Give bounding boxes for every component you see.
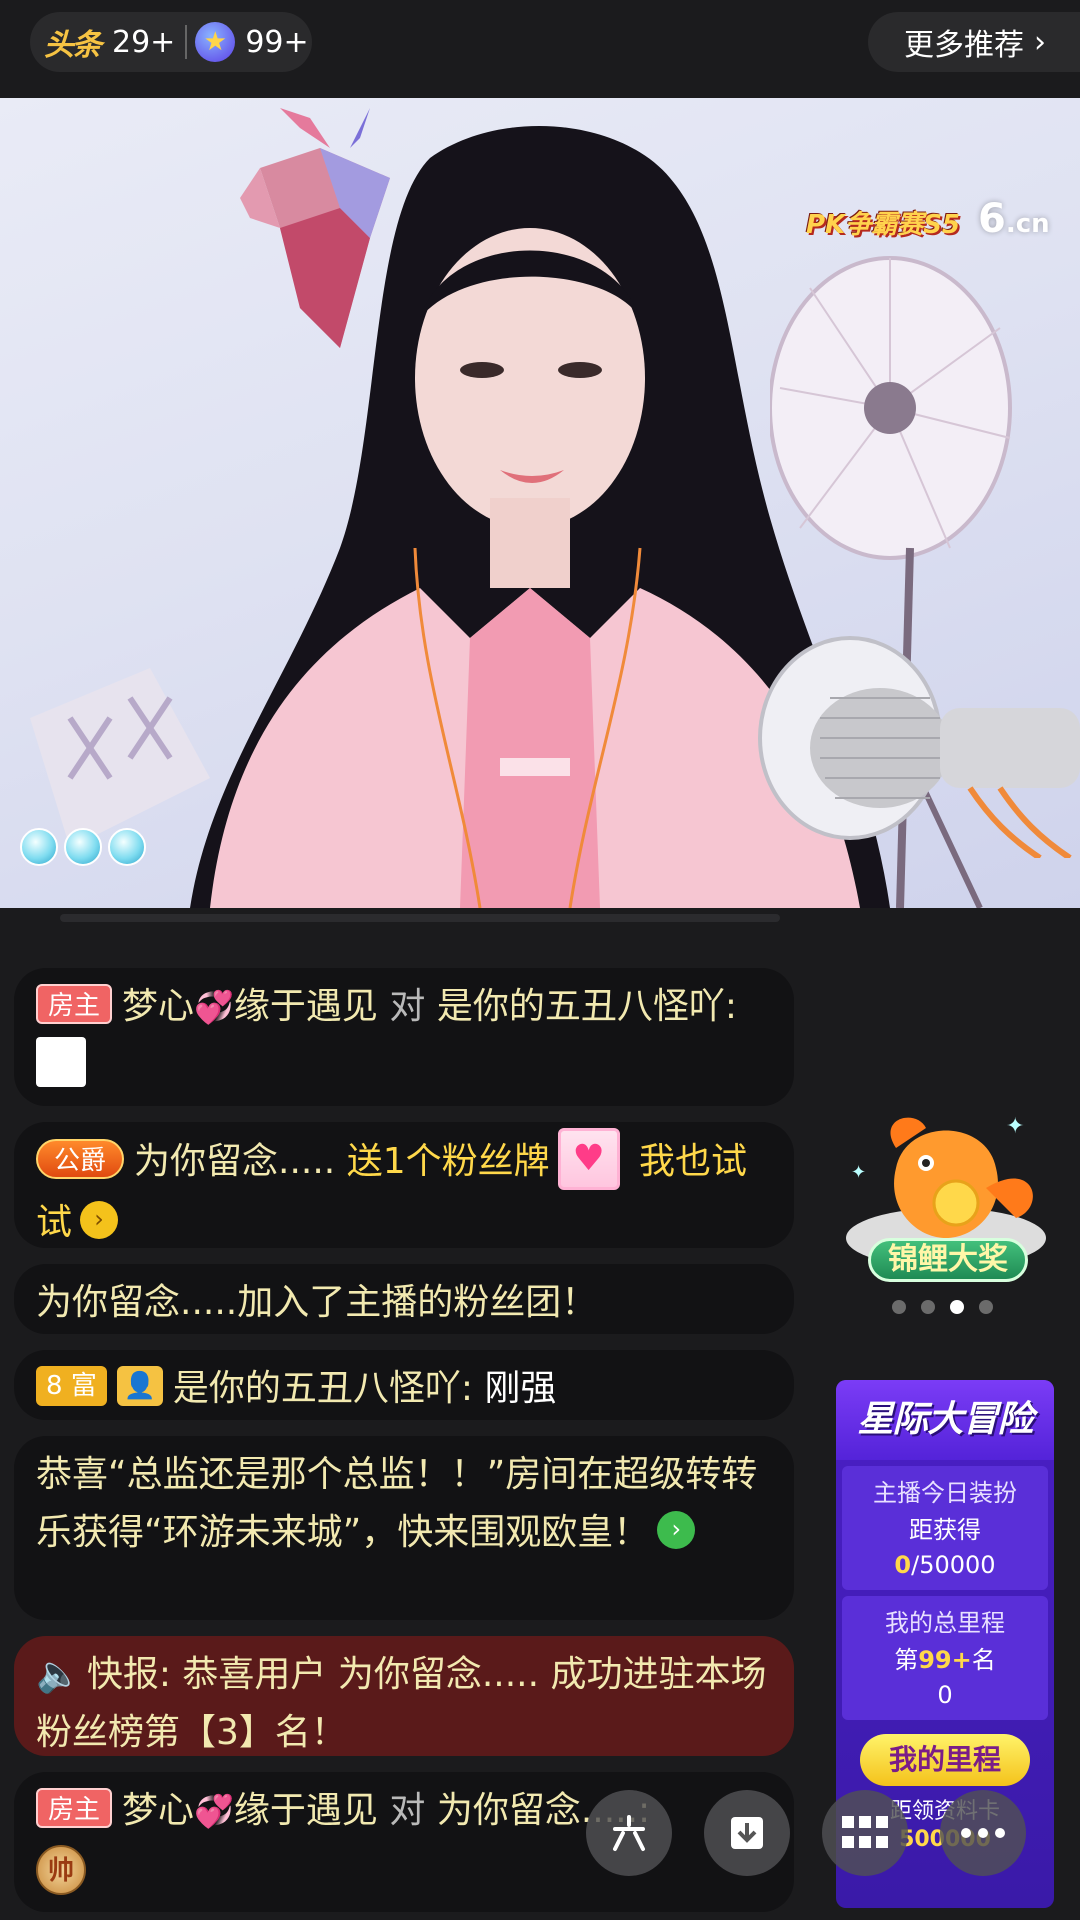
chat-user-name-suffix: 缘于遇见: [233, 986, 378, 1027]
user-icon: 👤: [116, 1366, 163, 1406]
top-bar: 头条 29+ ★ 99+ 更多推荐 ›: [0, 0, 1080, 98]
lyric-dot: [20, 828, 58, 866]
lottery-notice: 恭喜“总监还是那个总监！！”房间在超级转转乐获得“环游未来城”，快来围观欧皇！: [36, 1454, 758, 1553]
site-logo-suffix: .cn: [1005, 209, 1050, 239]
anchor-dressup-total: /50000: [911, 1551, 996, 1579]
download-button[interactable]: [704, 1790, 790, 1876]
chat-faded-edge: [60, 914, 780, 922]
chat-list[interactable]: 房主 梦心💞缘于遇见 对 是你的五丑八怪吖: 公爵 为你留念..... 送1个粉丝牌…: [0, 908, 800, 1920]
arrow-right-icon[interactable]: ›: [657, 1511, 696, 1549]
heart-icon: 💞: [194, 1792, 234, 1830]
more-recommend-button[interactable]: 更多推荐 ›: [868, 12, 1080, 72]
live-video[interactable]: PK争霸赛S5 6.cn 爱是一程山情是一程水: [0, 98, 1080, 908]
chat-message[interactable]: 为你留念.....加入了主播的粉丝团！: [14, 1264, 794, 1334]
my-mileage-box: 我的总里程 第99+名 0: [842, 1596, 1048, 1720]
sticker-image: [36, 1037, 86, 1087]
chat-user-name[interactable]: 梦心: [122, 1790, 194, 1831]
chat-message-alert[interactable]: 🔈 快报: 恭喜用户 为你留念..... 成功进驻本场粉丝榜第【3】名！: [14, 1636, 794, 1756]
star-adventure-title: 星际大冒险: [836, 1380, 1054, 1460]
site-logo: 6.cn: [978, 196, 1050, 242]
speaker-icon: 🔈: [36, 1654, 81, 1695]
six-room-logo-button[interactable]: [586, 1790, 672, 1876]
alert-text: 快报: 恭喜用户 为你留念..... 成功进驻本场粉丝榜第【3】名！: [36, 1654, 767, 1753]
apps-grid-button[interactable]: [822, 1790, 908, 1876]
my-mileage-title: 我的总里程: [885, 1609, 1005, 1637]
anchor-dressup-progress: 0/50000: [842, 1548, 1048, 1582]
star-icon[interactable]: ★: [195, 22, 236, 62]
rank-prefix: 第: [894, 1646, 919, 1674]
chat-user-name[interactable]: 是你的五丑八怪吖:: [173, 1368, 473, 1409]
chevron-right-icon: ›: [1034, 24, 1046, 60]
chat-target-user[interactable]: 是你的五丑八怪吖:: [437, 986, 737, 1027]
chat-to-word: 对: [389, 986, 426, 1027]
lyric-text: 爱是一程山情是一程水: [20, 898, 380, 908]
counter-divider: [185, 25, 188, 59]
more-recommend-label: 更多推荐: [904, 28, 1024, 63]
heart-icon: 💞: [194, 988, 234, 1026]
my-mileage-value: 0: [937, 1681, 953, 1709]
my-mileage-rank: 第99+名: [842, 1642, 1048, 1678]
lyric-dot: [64, 828, 102, 866]
carousel-dots: [892, 1300, 993, 1314]
rank-value: 99+: [918, 1646, 972, 1674]
chat-message[interactable]: 房主 梦心💞缘于遇见 对 是你的五丑八怪吖:: [14, 968, 794, 1106]
microphone-image: [758, 636, 1080, 858]
chat-to-word: 对: [389, 1790, 426, 1831]
gift-text: 送1个粉丝牌: [346, 1141, 550, 1182]
duke-tag: 公爵: [36, 1139, 125, 1179]
chat-message[interactable]: 房主 梦心💞缘于遇见 对 为你留念.....: 帅: [14, 1772, 794, 1912]
chat-user-name-suffix: 缘于遇见: [233, 1790, 378, 1831]
chat-message[interactable]: 公爵 为你留念..... 送1个粉丝牌 ♥ 我也试试 ›: [14, 1122, 794, 1248]
download-icon: [731, 1817, 763, 1849]
host-tag: 房主: [36, 984, 113, 1024]
level-badge-icon: 帅: [36, 1845, 86, 1895]
carousel-dot-active: [950, 1300, 964, 1314]
carousel-dot: [921, 1300, 935, 1314]
host-tag: 房主: [36, 1788, 113, 1828]
star-count: 99+: [245, 24, 309, 60]
six-logo-icon: [613, 1815, 645, 1851]
lyric-indicator: [20, 828, 146, 866]
wealth-level-tag: 8 富: [36, 1366, 107, 1406]
chat-message[interactable]: 恭喜“总监还是那个总监！！”房间在超级转转乐获得“环游未来城”，快来围观欧皇！ ›: [14, 1436, 794, 1620]
top-counters[interactable]: 头条 29+ ★ 99+: [30, 12, 312, 72]
carousel-dot: [892, 1300, 906, 1314]
my-mileage-button[interactable]: 我的里程: [860, 1734, 1030, 1786]
grid-icon: [842, 1816, 888, 1848]
rank-suffix: 名: [971, 1646, 996, 1674]
anchor-dressup-title: 主播今日装扮: [873, 1479, 1017, 1507]
lyric-dot: [108, 828, 146, 866]
chat-user-name[interactable]: 为你留念.....: [134, 1141, 335, 1182]
wealth-tag-label: 富: [70, 1371, 97, 1401]
system-notice: 为你留念.....加入了主播的粉丝团！: [36, 1282, 598, 1323]
wealth-level: 8: [46, 1371, 63, 1401]
carousel-dot: [979, 1300, 993, 1314]
svg-text:✦: ✦: [851, 1162, 866, 1183]
more-options-button[interactable]: [940, 1790, 1026, 1876]
anchor-dressup-sub: 距获得: [909, 1516, 981, 1544]
chat-message[interactable]: 8 富 👤 是你的五丑八怪吖: 刚强: [14, 1350, 794, 1420]
fan-badge-gift-icon: ♥: [557, 1128, 620, 1190]
toutiao-icon[interactable]: 头条: [44, 20, 112, 64]
anchor-dressup-box: 主播今日装扮 距获得 0/50000: [842, 1466, 1048, 1590]
more-dots-icon: [961, 1828, 1005, 1838]
koi-prize-label[interactable]: 锦鲤大奖: [868, 1238, 1028, 1282]
pk-contest-badge[interactable]: PK争霸赛S5: [806, 204, 960, 241]
arrow-right-icon[interactable]: ›: [80, 1201, 119, 1239]
svg-text:✦: ✦: [1006, 1114, 1024, 1139]
site-logo-main: 6: [978, 196, 1006, 242]
anchor-dressup-current: 0: [894, 1551, 912, 1579]
toutiao-count: 29+: [112, 24, 176, 60]
chat-user-name[interactable]: 梦心: [122, 986, 194, 1027]
chat-text: 刚强: [484, 1368, 557, 1409]
